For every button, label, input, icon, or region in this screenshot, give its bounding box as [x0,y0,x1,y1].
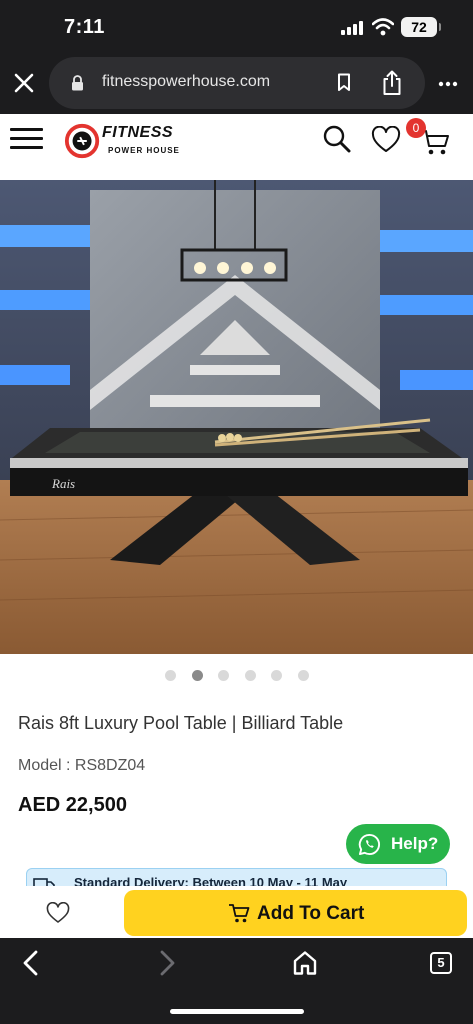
carousel-dots [0,670,473,682]
share-icon[interactable] [381,70,403,96]
logo-title: FITNESS [102,124,174,141]
product-image[interactable]: Rais [0,180,473,654]
home-indicator [170,1009,304,1014]
add-cart-icon [229,904,250,923]
back-icon[interactable] [20,950,42,976]
status-time: 7:11 [64,16,105,38]
cart-count-badge: 0 [406,118,426,138]
product-model: Model : RS8DZ04 [18,757,146,774]
carousel-dot[interactable] [191,670,203,681]
search-icon[interactable] [322,124,352,154]
address-bar[interactable]: fitnesspowerhouse.com [49,57,425,109]
lock-icon [72,75,83,91]
pool-table-photo: Rais [0,180,473,654]
carousel-dot[interactable] [297,670,309,681]
whatsapp-help-button[interactable]: Help? [346,824,450,864]
wishlist-heart-icon[interactable] [46,902,70,924]
site-logo[interactable]: FITNESS POWER HOUSE [64,120,194,164]
product-price: AED 22,500 [18,794,127,816]
wifi-icon [372,18,394,36]
url-text: fitnesspowerhouse.com [102,73,271,90]
battery-indicator: 72 [401,17,441,37]
heart-icon[interactable] [371,126,401,154]
close-icon[interactable] [12,71,36,95]
whatsapp-icon [358,833,381,856]
hamburger-icon[interactable] [10,128,44,150]
action-bar: Add To Cart [0,886,473,938]
browser-toolbar: 5 [0,938,473,1024]
bookmark-icon[interactable] [337,73,351,92]
add-to-cart-label: Add To Cart [257,903,365,924]
home-icon[interactable] [292,950,318,976]
carousel-dot[interactable] [218,670,229,681]
carousel-dot[interactable] [165,670,176,681]
product-title: Rais 8ft Luxury Pool Table | Billiard Ta… [18,713,344,733]
carousel-dot[interactable] [244,670,256,681]
browser-bar: fitnesspowerhouse.com [0,52,473,114]
table-brand-label: Rais [51,476,75,491]
site-header: FITNESS POWER HOUSE 0 [0,114,473,180]
help-label: Help? [391,834,439,853]
signal-icon [341,21,367,35]
logo-mark-icon [64,123,100,159]
tabs-button[interactable]: 5 [430,952,452,974]
carousel-dot[interactable] [271,670,282,681]
forward-icon[interactable] [156,950,178,976]
add-to-cart-button[interactable]: Add To Cart [124,890,467,936]
logo-subtitle: POWER HOUSE [108,146,180,155]
more-icon[interactable] [438,72,458,96]
status-bar: 7:11 72 [0,0,473,52]
